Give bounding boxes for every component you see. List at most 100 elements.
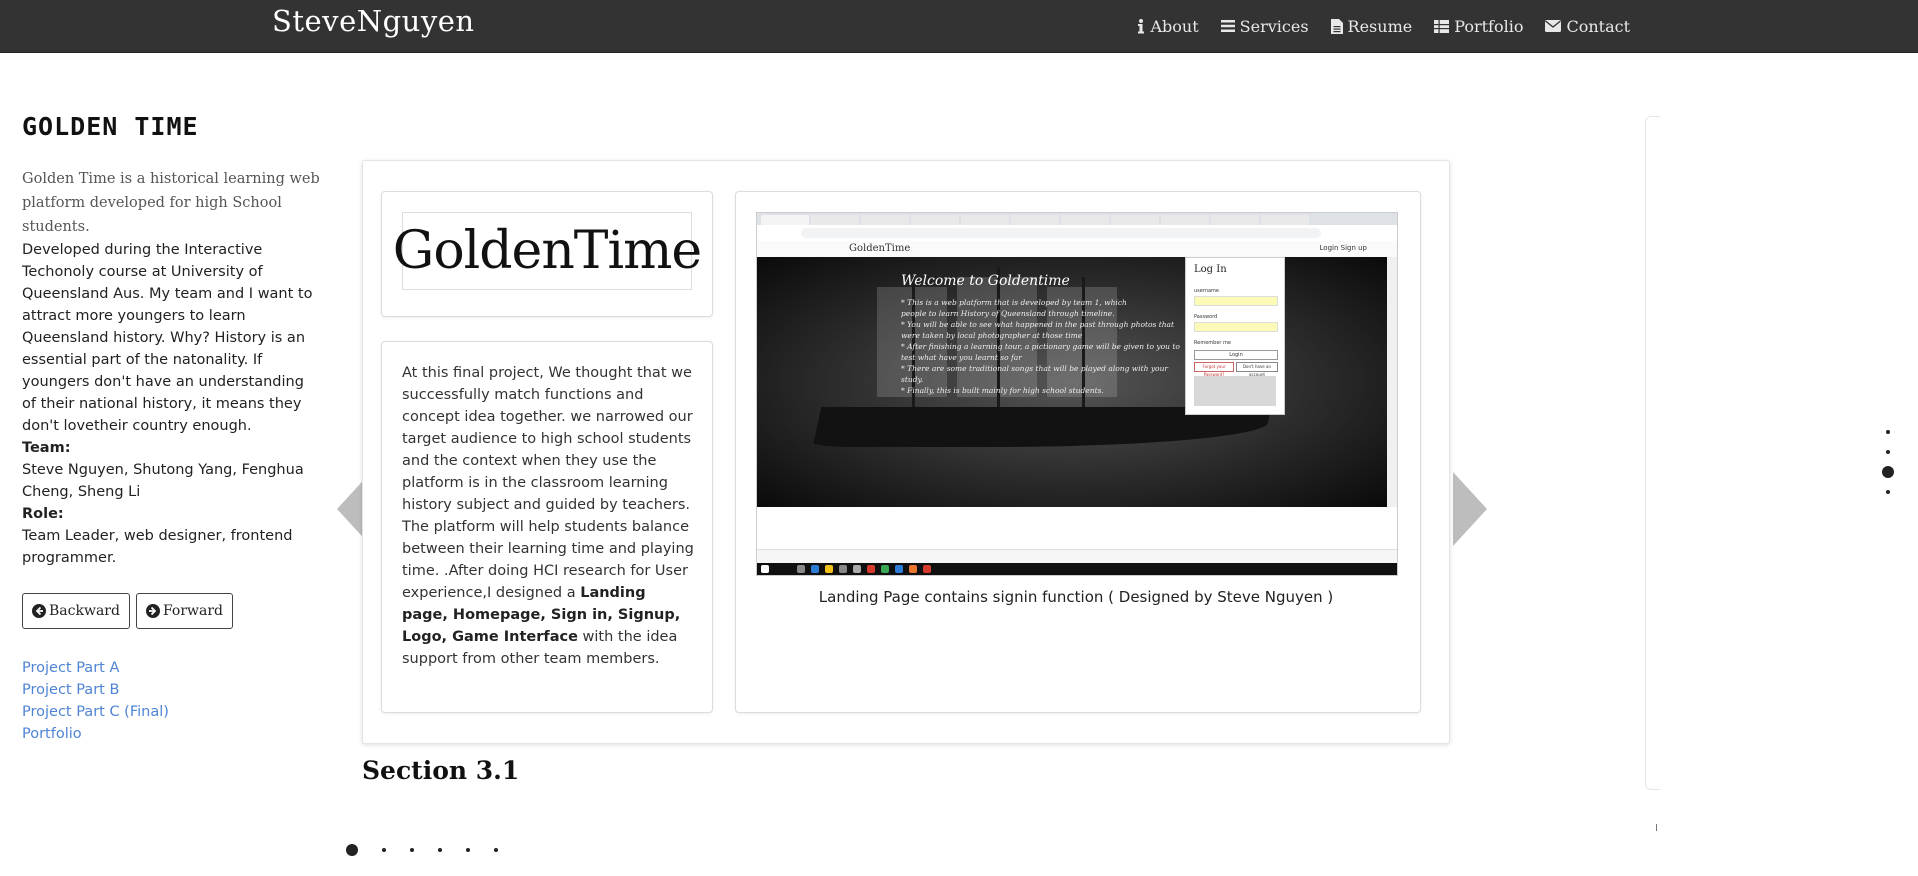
nav-resume[interactable]: Resume [1330,16,1413,36]
hero-line: people to learn History of Queensland th… [901,309,1115,318]
section-dot[interactable] [1886,430,1890,434]
nav-contact[interactable]: Contact [1545,17,1630,36]
taskbar-icon [923,565,931,573]
password-label: Password [1194,314,1218,320]
taskbar-icon [825,565,833,573]
project-description: Developed during the Interactive Techono… [22,242,313,434]
link-project-part-a[interactable]: Project Part A [22,657,320,679]
taskbar-icon [811,565,819,573]
section-dot[interactable] [1886,450,1890,454]
nav-services-label: Services [1239,16,1309,36]
forgot-password-button: Forgot your Password? [1194,362,1234,377]
taskbar-icon [839,565,847,573]
hero-line: were taken by local photographer at thos… [901,331,1083,340]
login-title: Log In [1194,264,1227,275]
navbar: SteveNguyen About Services Resume Portfo… [0,0,1918,53]
nav-menu: About Services Resume Portfolio Contact [1115,0,1630,52]
right-side-panel [1645,116,1660,790]
browser-urlbar [757,225,1397,242]
pager-buttons: Backward Forward [22,593,320,629]
backward-label: Backward [49,603,120,619]
info-icon [1137,18,1145,34]
site-logo: GoldenTime [849,243,911,254]
forward-label: Forward [162,603,224,619]
username-field [1194,296,1278,306]
login-panel: Log In username Password Remember me Log… [1185,257,1285,415]
browser-tab [761,215,809,225]
nav-contact-label: Contact [1566,16,1630,36]
carousel-dot[interactable] [494,848,498,852]
browser-tab [961,215,1009,225]
browser-tab [1261,215,1309,225]
panel-edge-mark [1656,824,1657,831]
link-project-part-b[interactable]: Project Part B [22,679,320,701]
file-icon [1330,18,1343,34]
login-button: Login [1194,350,1278,360]
nav-resume-label: Resume [1347,16,1413,36]
carousel-dot[interactable] [410,848,414,852]
carousel-dot-active[interactable] [346,844,358,856]
taskbar-icon [797,565,805,573]
login-thumbnail [1194,376,1276,406]
hero-line: study. [901,375,924,384]
carousel-dot[interactable] [382,848,386,852]
link-project-part-c[interactable]: Project Part C (Final) [22,701,320,723]
taskbar-icon [881,565,889,573]
team-label: Team: [22,440,71,456]
browser-tab [811,215,859,225]
site-header: GoldenTime Login Sign up [757,241,1397,258]
taskbar-icon [909,565,917,573]
role-label: Role: [22,506,64,522]
browser-tab [1111,215,1159,225]
windows-taskbar [757,563,1397,575]
site-auth-links: Login Sign up [1319,244,1367,252]
slide-description: At this final project, We thought that w… [402,362,694,670]
browser-tab [1161,215,1209,225]
nav-services[interactable]: Services [1220,16,1309,36]
hero-line: test what have you learnt so far [901,353,1022,362]
start-icon [761,565,769,573]
envelope-icon [1545,20,1562,32]
taskbar-icon [867,565,875,573]
browser-tabbar [757,213,1397,225]
address-field [801,228,1321,238]
carousel-next-arrow[interactable] [1453,472,1487,546]
role-value: Team Leader, web designer, frontend prog… [22,528,293,566]
nav-portfolio[interactable]: Portfolio [1434,17,1523,36]
hero-line: * There are some traditional songs that … [901,364,1168,373]
image-caption: Landing Page contains signin function ( … [818,588,1334,606]
project-title: GOLDEN TIME [22,112,199,141]
username-label: username [1194,288,1219,294]
forward-button[interactable]: Forward [135,593,234,629]
team-value: Steve Nguyen, Shutong Yang, Fenghua Chen… [22,462,304,500]
section-dot[interactable] [1886,490,1890,494]
arrow-circle-right-icon [145,604,160,618]
slide-text-part1: At this final project, We thought that w… [402,365,694,601]
hero-line: * You will be able to see what happened … [901,320,1175,329]
list-icon [1220,20,1235,32]
taskbar-icon [895,565,903,573]
section-label: Section 3.1 [362,756,520,785]
text-card: At this final project, We thought that w… [381,341,713,713]
carousel-dot[interactable] [466,848,470,852]
nav-about[interactable]: About [1137,16,1199,36]
hero-ship-image: Welcome to Goldentime * This is a web pl… [757,257,1387,507]
browser-tab [1061,215,1109,225]
logo-card: GoldenTime [381,191,713,317]
backward-button[interactable]: Backward [22,593,130,629]
project-sidebar: GOLDEN TIME Golden Time is a historical … [22,112,320,745]
downloads-bar [757,549,1397,564]
carousel-indicators [346,844,522,856]
browser-tab [1011,215,1059,225]
remember-label: Remember me [1194,340,1231,346]
brand-logo[interactable]: SteveNguyen [272,4,475,38]
link-portfolio[interactable]: Portfolio [22,723,320,745]
browser-tab [861,215,909,225]
landing-page-screenshot: GoldenTime Login Sign up Welcome to Gold… [756,212,1398,576]
project-links: Project Part A Project Part B Project Pa… [22,657,320,745]
section-dot-active[interactable] [1882,466,1894,478]
carousel-dot[interactable] [438,848,442,852]
taskbar-icon [853,565,861,573]
carousel-slide: GoldenTime At this final project, We tho… [362,160,1450,744]
nav-about-label: About [1150,16,1199,36]
